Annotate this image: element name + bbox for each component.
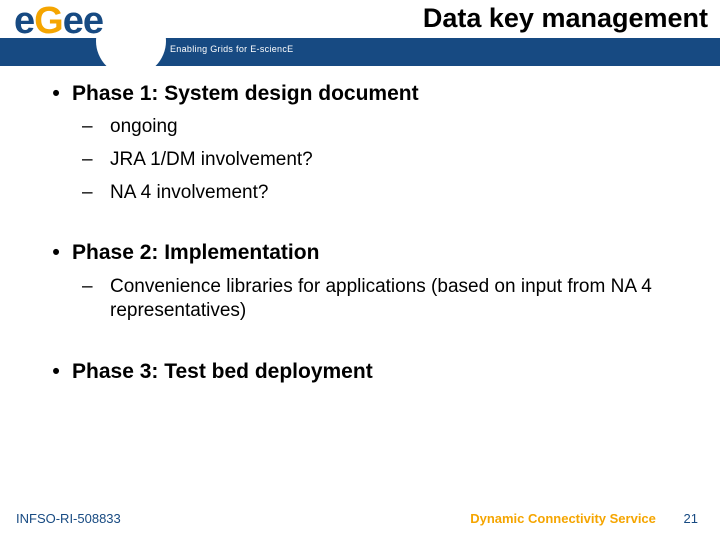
phase3-heading-text: Phase 3: Test bed deployment bbox=[72, 358, 373, 385]
slide-footer: INFSO-RI-508833 Dynamic Connectivity Ser… bbox=[0, 511, 720, 526]
logo-letter-g: G bbox=[34, 0, 63, 42]
logo-letter-e3: e bbox=[83, 0, 103, 42]
slide-content: • Phase 1: System design document – ongo… bbox=[40, 80, 690, 419]
bullet-icon: • bbox=[40, 358, 72, 385]
footer-right-wrap: Dynamic Connectivity Service 21 bbox=[470, 511, 698, 526]
phase1-item: – ongoing bbox=[82, 115, 690, 140]
page-number: 21 bbox=[684, 511, 698, 526]
slide-header: Data key management eGee Enabling Grids … bbox=[0, 0, 720, 66]
phase1-item-text: JRA 1/DM involvement? bbox=[110, 148, 313, 173]
logo-circle bbox=[96, 6, 166, 76]
dash-icon: – bbox=[82, 181, 110, 206]
logo-letter-e2: e bbox=[63, 0, 83, 42]
phase1-heading: • Phase 1: System design document bbox=[40, 80, 690, 107]
phase2-item-text: Convenience libraries for applications (… bbox=[110, 275, 690, 324]
bullet-icon: • bbox=[40, 80, 72, 107]
phase2-item: – Convenience libraries for applications… bbox=[82, 275, 690, 324]
dash-icon: – bbox=[82, 115, 110, 140]
phase2-heading-text: Phase 2: Implementation bbox=[72, 239, 319, 266]
slide-title: Data key management bbox=[423, 3, 708, 34]
phase2-group: • Phase 2: Implementation – Convenience … bbox=[40, 239, 690, 324]
phase1-item-text: NA 4 involvement? bbox=[110, 181, 268, 206]
phase1-item: – JRA 1/DM involvement? bbox=[82, 148, 690, 173]
phase3-group: • Phase 3: Test bed deployment bbox=[40, 358, 690, 385]
footer-left: INFSO-RI-508833 bbox=[16, 511, 121, 526]
egee-logo: eGee bbox=[8, 0, 168, 64]
phase1-heading-text: Phase 1: System design document bbox=[72, 80, 419, 107]
footer-right: Dynamic Connectivity Service bbox=[470, 511, 656, 526]
phase3-heading: • Phase 3: Test bed deployment bbox=[40, 358, 690, 385]
dash-icon: – bbox=[82, 275, 110, 324]
phase1-item-text: ongoing bbox=[110, 115, 178, 140]
phase1-group: • Phase 1: System design document – ongo… bbox=[40, 80, 690, 205]
dash-icon: – bbox=[82, 148, 110, 173]
phase2-heading: • Phase 2: Implementation bbox=[40, 239, 690, 266]
logo-letter-e1: e bbox=[14, 0, 34, 42]
header-tagline: Enabling Grids for E-sciencE bbox=[170, 44, 293, 54]
logo-text: eGee bbox=[14, 0, 103, 43]
bullet-icon: • bbox=[40, 239, 72, 266]
phase1-item: – NA 4 involvement? bbox=[82, 181, 690, 206]
